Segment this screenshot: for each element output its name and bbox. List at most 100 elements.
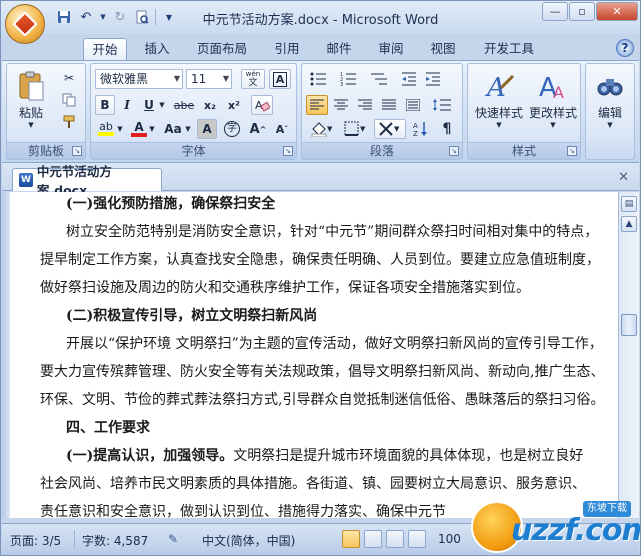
multilevel-list-icon[interactable]: [366, 69, 392, 89]
status-separator: [74, 530, 75, 548]
subscript-button[interactable]: x₂: [199, 95, 221, 115]
borders-icon[interactable]: ▼: [340, 119, 370, 139]
align-right-icon[interactable]: [354, 95, 376, 115]
italic-button[interactable]: I: [117, 95, 137, 115]
underline-dropdown-icon[interactable]: ▼: [158, 95, 166, 115]
close-document-icon[interactable]: ✕: [618, 170, 629, 185]
editing-dropdown-icon: ▼: [607, 121, 613, 129]
tab-developer[interactable]: 开发工具: [477, 38, 541, 60]
spell-check-icon[interactable]: ✎: [168, 532, 178, 546]
vertical-scrollbar[interactable]: ▤ ▲: [618, 192, 639, 518]
underline-button[interactable]: U: [139, 95, 159, 115]
char-shading-button[interactable]: A: [197, 119, 217, 139]
paste-button[interactable]: 粘贴 ▼: [13, 68, 49, 129]
paragraph-launcher-icon[interactable]: ↘: [449, 146, 459, 156]
office-logo-icon: [12, 11, 38, 37]
help-icon[interactable]: ?: [616, 39, 634, 57]
word-count[interactable]: 字数: 4,587: [82, 532, 148, 549]
print-layout-view-button[interactable]: [342, 530, 360, 548]
char-border-button[interactable]: A: [269, 69, 291, 89]
grow-font-button[interactable]: A ^: [247, 119, 269, 139]
show-marks-icon[interactable]: ¶: [436, 119, 458, 139]
change-case-dropdown-icon[interactable]: ▼: [184, 119, 192, 139]
quick-styles-button[interactable]: A 快速样式 ▼: [472, 68, 526, 129]
tab-insert[interactable]: 插入: [139, 38, 175, 60]
ribbon: 粘贴 ▼ ✂ 剪贴板 ↘ 微软雅黑 ▼ 11 ▼ wén 文 A B I U ▼…: [2, 60, 639, 163]
change-styles-dropdown-icon: ▼: [550, 121, 556, 129]
styles-launcher-icon[interactable]: ↘: [567, 146, 577, 156]
font-launcher-icon[interactable]: ↘: [283, 146, 293, 156]
close-button[interactable]: ✕: [596, 2, 638, 21]
bold-button[interactable]: B: [95, 95, 115, 115]
doc-line: (一)提高认识，加强领导。文明祭扫是提升城市环境面貌的具体体现，也是树立良好: [66, 444, 583, 468]
minimize-button[interactable]: —: [542, 2, 568, 21]
scroll-up-icon[interactable]: ▲: [621, 216, 637, 232]
superscript-button[interactable]: x²: [223, 95, 245, 115]
distributed-icon[interactable]: [402, 95, 424, 115]
line-spacing-icon[interactable]: [428, 95, 456, 115]
copy-icon[interactable]: [59, 90, 79, 110]
font-size-dropdown-icon[interactable]: ▼: [223, 70, 229, 88]
doc-line: 树立安全防范特别是消防安全意识，针对“中元节”期间群众祭扫时间相对集中的特点，: [66, 224, 599, 240]
tab-review[interactable]: 审阅: [373, 38, 409, 60]
align-center-icon[interactable]: [330, 95, 352, 115]
editing-button[interactable]: 编辑 ▼: [590, 68, 630, 129]
change-case-button[interactable]: Aa: [161, 119, 185, 139]
decrease-indent-icon[interactable]: [398, 69, 420, 89]
change-styles-button[interactable]: AA 更改样式 ▼: [526, 68, 580, 129]
font-size-value: 11: [191, 72, 207, 86]
ruler-toggle-icon[interactable]: ▤: [621, 196, 637, 212]
tab-page-layout[interactable]: 页面布局: [191, 38, 253, 60]
document-page[interactable]: (一)强化预防措施，确保祭扫安全 树立安全防范特别是消防安全意识，针对“中元节”…: [10, 192, 618, 518]
web-layout-view-button[interactable]: [386, 530, 404, 548]
justify-icon[interactable]: [378, 95, 400, 115]
language-indicator[interactable]: 中文(简体，中国): [202, 532, 295, 549]
numbering-icon[interactable]: 123: [336, 69, 362, 89]
change-styles-icon: AA: [536, 68, 570, 104]
clipboard-launcher-icon[interactable]: ↘: [72, 146, 82, 156]
bullets-icon[interactable]: [306, 69, 332, 89]
zoom-level[interactable]: 100: [438, 532, 461, 546]
highlight-button[interactable]: ab: [95, 119, 117, 139]
font-color-dropdown-icon[interactable]: ▼: [148, 119, 156, 139]
svg-text:A: A: [553, 83, 564, 102]
shading-icon[interactable]: ▼: [306, 119, 336, 139]
font-color-button[interactable]: A: [129, 119, 149, 139]
phonetic-guide-button[interactable]: wén 文: [241, 69, 265, 89]
font-name-dropdown-icon[interactable]: ▼: [174, 70, 180, 88]
page-count[interactable]: 页面: 3/5: [10, 532, 61, 549]
sort-icon[interactable]: AZ: [410, 119, 432, 139]
strikethrough-button[interactable]: abe: [171, 95, 197, 115]
asian-layout-icon[interactable]: ▼: [374, 119, 406, 139]
document-area[interactable]: (一)强化预防措施，确保祭扫安全 树立安全防范特别是消防安全意识，针对“中元节”…: [2, 192, 618, 518]
doc-line-bold-prefix: (一)提高认识，加强领导。: [66, 448, 234, 464]
title-bar: ↶ ▼ ↻ ▼ 中元节活动方案.docx - Microsoft Word — …: [1, 1, 640, 34]
shrink-font-button[interactable]: Aˇ: [271, 119, 293, 139]
align-left-icon[interactable]: [306, 95, 328, 115]
enclose-char-label: 字: [224, 121, 240, 137]
clear-formatting-icon[interactable]: A: [251, 95, 273, 115]
doc-line: 开展以“保护环境 文明祭扫”为主题的宣传活动，做好文明祭扫新风尚的宣传引导工作，: [66, 336, 603, 352]
maximize-button[interactable]: ▫: [569, 2, 595, 21]
format-painter-icon[interactable]: [59, 112, 79, 132]
clipboard-group: 粘贴 ▼ ✂ 剪贴板 ↘: [6, 63, 86, 160]
tab-view[interactable]: 视图: [425, 38, 461, 60]
tab-mailings[interactable]: 邮件: [321, 38, 357, 60]
font-size-combo[interactable]: 11 ▼: [186, 69, 232, 89]
highlight-dropdown-icon[interactable]: ▼: [116, 119, 124, 139]
scroll-thumb[interactable]: [621, 314, 637, 336]
doc-line: 责任意识和安全意识，做到认识到位、措施得力落实、确保中元节: [40, 504, 446, 518]
doc-line: 提早制定工作方案，认真查找安全隐患，确保责任明确、人员到位。要建立应急值班制度，: [40, 252, 600, 268]
office-button[interactable]: [5, 4, 45, 44]
tab-home[interactable]: 开始: [83, 38, 127, 60]
enclose-char-button[interactable]: 字: [221, 119, 243, 139]
cut-icon[interactable]: ✂: [59, 68, 79, 88]
font-name-combo[interactable]: 微软雅黑 ▼: [95, 69, 183, 89]
paste-icon: [14, 68, 48, 104]
full-screen-view-button[interactable]: [364, 530, 382, 548]
tab-references[interactable]: 引用: [269, 38, 305, 60]
outline-view-button[interactable]: [408, 530, 426, 548]
document-tab[interactable]: W 中元节活动方案.docx: [12, 164, 162, 198]
increase-indent-icon[interactable]: [422, 69, 444, 89]
doc-line-rest: 文明祭扫是提升城市环境面貌的具体体现，也是树立良好: [233, 448, 584, 464]
